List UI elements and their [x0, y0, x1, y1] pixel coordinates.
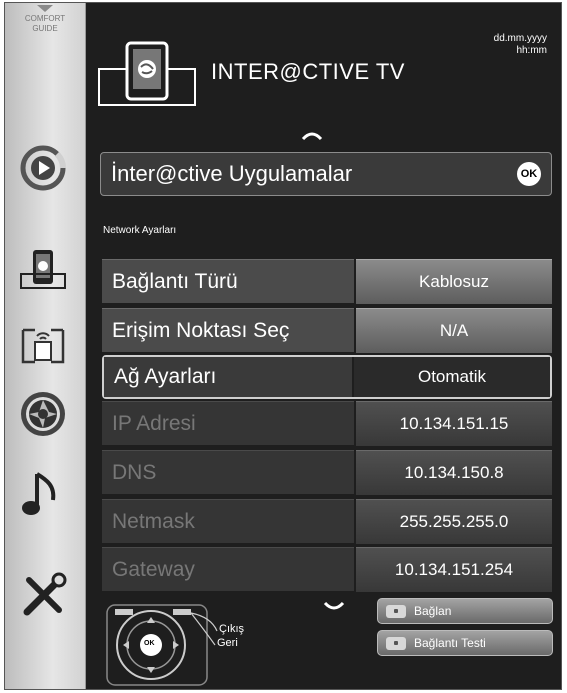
date-text: dd.mm.yyyy — [493, 33, 547, 44]
ok-badge: OK — [517, 162, 541, 186]
netmask-row: Netmask 255.255.255.0 — [102, 499, 552, 544]
back-hint-label: Geri — [217, 637, 238, 649]
connection-type-row[interactable]: Bağlantı Türü Kablosuz — [102, 259, 552, 304]
remote-control-hint: OK Çıkış Geri — [101, 601, 261, 687]
time-text: hh:mm — [516, 45, 547, 56]
row-value: 10.134.150.8 — [356, 450, 552, 495]
datetime: dd.mm.yyyy hh:mm — [494, 33, 547, 57]
red-key-icon — [386, 604, 406, 618]
interactive-apps-label: İnter@ctive Uygulamalar — [111, 161, 353, 186]
comfort-guide-text: COMFORT GUIDE — [24, 14, 66, 33]
photo-aperture-icon[interactable] — [13, 387, 73, 441]
connection-test-button[interactable]: Bağlantı Testi — [377, 630, 553, 656]
row-label: Ağ Ayarları — [104, 357, 352, 397]
comfort-guide-label[interactable]: COMFORT GUIDE — [5, 5, 85, 34]
tools-icon[interactable] — [13, 569, 73, 623]
network-settings-row[interactable]: Ağ Ayarları Otomatik — [102, 355, 552, 399]
exit-hint-label: Çıkış — [219, 623, 245, 635]
dns-row: DNS 10.134.150.8 — [102, 450, 552, 495]
section-label: Network Ayarları — [103, 225, 177, 236]
row-value: 10.134.151.254 — [356, 547, 552, 592]
ip-address-row: IP Adresi 10.134.151.15 — [102, 401, 552, 446]
chevron-down-icon — [37, 5, 53, 12]
play-source-icon[interactable] — [13, 141, 73, 195]
interactive-tv-icon[interactable] — [13, 243, 73, 297]
scroll-up-icon[interactable] — [301, 129, 323, 141]
connect-button[interactable]: Bağlan — [377, 598, 553, 624]
row-value: Kablosuz — [356, 259, 552, 304]
access-point-row[interactable]: Erişim Noktası Seç N/A — [102, 308, 552, 353]
comfort-guide-sidebar: COMFORT GUIDE — [5, 3, 86, 689]
media-share-icon[interactable] — [13, 319, 73, 373]
row-label: Erişim Noktası Seç — [102, 308, 354, 352]
row-value: 255.255.255.0 — [356, 499, 552, 544]
row-label: IP Adresi — [102, 401, 354, 445]
tv-screen: COMFORT GUIDE INTER@CTIVE TV dd.mm.yyyy … — [4, 2, 562, 690]
music-note-icon[interactable] — [13, 467, 73, 521]
row-label: Netmask — [102, 499, 354, 543]
connection-test-button-label: Bağlantı Testi — [414, 636, 486, 650]
row-value: 10.134.151.15 — [356, 401, 552, 446]
row-label: Bağlantı Türü — [102, 259, 354, 303]
interactive-tv-header-icon — [97, 39, 197, 111]
page-title: INTER@CTIVE TV — [211, 59, 405, 84]
interactive-apps-item[interactable]: İnter@ctive Uygulamalar OK — [100, 152, 552, 196]
row-value: N/A — [356, 308, 552, 353]
row-label: Gateway — [102, 547, 354, 591]
remote-ok-label: OK — [144, 640, 155, 647]
row-label: DNS — [102, 450, 354, 494]
green-key-icon — [386, 636, 406, 650]
connect-button-label: Bağlan — [414, 604, 452, 618]
row-value: Otomatik — [354, 357, 550, 397]
scroll-down-icon[interactable] — [323, 601, 345, 613]
gateway-row: Gateway 10.134.151.254 — [102, 547, 552, 592]
